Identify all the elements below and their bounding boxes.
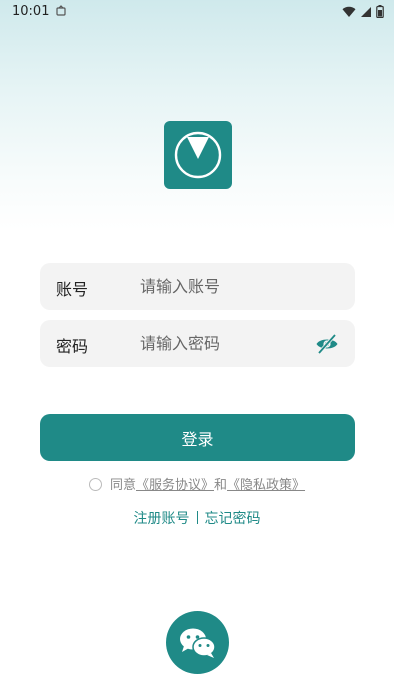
- status-bar: 10:01: [0, 0, 394, 24]
- status-time: 10:01: [12, 4, 50, 19]
- forgot-password-link[interactable]: 忘记密码: [205, 511, 261, 527]
- link-divider: [196, 511, 198, 524]
- app-logo: [164, 121, 232, 189]
- agreement-row: 同意《服务协议》和《隐私政策》: [0, 474, 394, 493]
- login-button[interactable]: 登录: [40, 414, 355, 461]
- agree-radio[interactable]: [88, 478, 102, 491]
- service-agreement-link[interactable]: 《服务协议》: [136, 478, 214, 493]
- privacy-policy-link[interactable]: 《隐私政策》: [227, 478, 305, 493]
- account-links: 注册账号 忘记密码: [0, 508, 394, 528]
- notification-icon: [56, 5, 66, 16]
- password-field: 密码: [40, 320, 355, 367]
- account-input[interactable]: [140, 273, 310, 299]
- agree-prefix: 同意: [109, 478, 136, 493]
- register-link[interactable]: 注册账号: [134, 511, 190, 527]
- password-label: 密码: [56, 337, 89, 356]
- app-logo-icon: [174, 131, 222, 179]
- signal-icon: [361, 6, 371, 17]
- password-input[interactable]: [140, 330, 310, 356]
- account-label: 账号: [56, 280, 89, 299]
- agree-and: 和: [214, 478, 228, 493]
- wechat-login-button[interactable]: [166, 611, 229, 674]
- wechat-icon: [179, 628, 216, 658]
- wifi-icon: [342, 6, 356, 17]
- battery-icon: [376, 5, 384, 18]
- eye-off-icon[interactable]: [315, 332, 339, 356]
- status-icons: [342, 5, 384, 18]
- account-field: 账号: [40, 263, 355, 310]
